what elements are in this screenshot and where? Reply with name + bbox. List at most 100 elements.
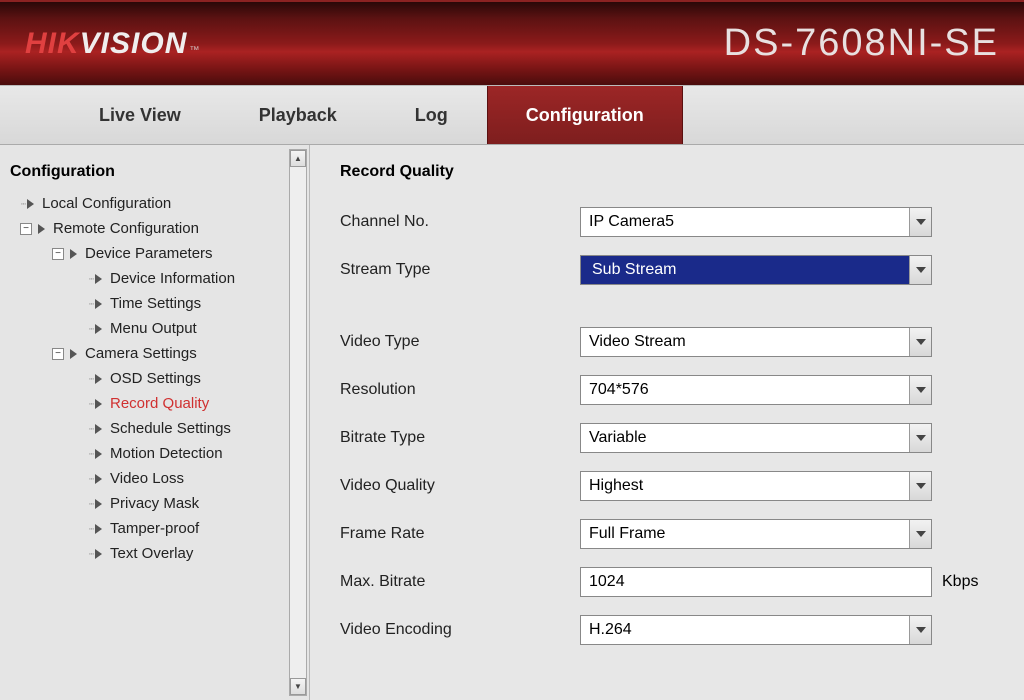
arrow-icon bbox=[95, 324, 102, 334]
tree-label: Record Quality bbox=[110, 395, 209, 412]
arrow-icon bbox=[95, 449, 102, 459]
sidebar-title: Configuration bbox=[10, 163, 303, 181]
tree-connector: ··· bbox=[20, 198, 25, 210]
tree-privacy-mask[interactable]: ··· Privacy Mask bbox=[88, 491, 303, 516]
header-bar: HIKVISION ™ DS-7608NI-SE bbox=[0, 0, 1024, 85]
tree-tamper-proof[interactable]: ··· Tamper-proof bbox=[88, 516, 303, 541]
arrow-icon bbox=[70, 349, 77, 359]
select-bitrate-type[interactable]: Variable bbox=[580, 423, 932, 453]
sidebar-scrollbar[interactable]: ▲ ▼ bbox=[289, 149, 307, 696]
row-stream-type: Stream Type Sub Stream bbox=[340, 255, 994, 285]
tree-device-parameters[interactable]: − Device Parameters bbox=[52, 241, 303, 266]
logo-text-hik: HIK bbox=[25, 27, 80, 61]
tree-label: Motion Detection bbox=[110, 445, 223, 462]
chevron-down-icon bbox=[909, 208, 931, 236]
tree-connector: ··· bbox=[88, 398, 93, 410]
tree-label: Local Configuration bbox=[42, 195, 171, 212]
select-value: Sub Stream bbox=[589, 260, 679, 280]
row-max-bitrate: Max. Bitrate Kbps bbox=[340, 567, 994, 597]
nav-playback[interactable]: Playback bbox=[220, 86, 376, 144]
nav-log[interactable]: Log bbox=[376, 86, 487, 144]
tree-label: Camera Settings bbox=[85, 345, 197, 362]
logo-text-vision: VISION bbox=[80, 27, 188, 61]
row-video-type: Video Type Video Stream bbox=[340, 327, 994, 357]
tree-connector: ··· bbox=[88, 448, 93, 460]
select-resolution[interactable]: 704*576 bbox=[580, 375, 932, 405]
chevron-down-icon bbox=[909, 520, 931, 548]
tree-time-settings[interactable]: ··· Time Settings bbox=[88, 291, 303, 316]
tree-connector: ··· bbox=[88, 473, 93, 485]
select-channel-no[interactable]: IP Camera5 bbox=[580, 207, 932, 237]
label-frame-rate: Frame Rate bbox=[340, 525, 580, 543]
select-value: 704*576 bbox=[589, 381, 649, 399]
arrow-icon bbox=[38, 224, 45, 234]
label-stream-type: Stream Type bbox=[340, 261, 580, 279]
tree-connector: ··· bbox=[88, 323, 93, 335]
label-max-bitrate: Max. Bitrate bbox=[340, 573, 580, 591]
chevron-down-icon bbox=[909, 328, 931, 356]
arrow-icon bbox=[70, 249, 77, 259]
scroll-up-icon[interactable]: ▲ bbox=[290, 150, 306, 167]
trademark-icon: ™ bbox=[189, 45, 199, 56]
row-channel-no: Channel No. IP Camera5 bbox=[340, 207, 994, 237]
collapse-icon[interactable]: − bbox=[52, 248, 64, 260]
tree-connector: ··· bbox=[88, 548, 93, 560]
row-video-quality: Video Quality Highest bbox=[340, 471, 994, 501]
tree-label: OSD Settings bbox=[110, 370, 201, 387]
row-frame-rate: Frame Rate Full Frame bbox=[340, 519, 994, 549]
select-value: IP Camera5 bbox=[589, 213, 674, 231]
tree-video-loss[interactable]: ··· Video Loss bbox=[88, 466, 303, 491]
nav-configuration[interactable]: Configuration bbox=[487, 86, 683, 144]
tree-connector: ··· bbox=[88, 523, 93, 535]
tree-text-overlay[interactable]: ··· Text Overlay bbox=[88, 541, 303, 566]
tree-label: Remote Configuration bbox=[53, 220, 199, 237]
arrow-icon bbox=[95, 424, 102, 434]
row-bitrate-type: Bitrate Type Variable bbox=[340, 423, 994, 453]
select-value: Highest bbox=[589, 477, 643, 495]
main-navbar: Live View Playback Log Configuration bbox=[0, 85, 1024, 145]
chevron-down-icon bbox=[909, 256, 931, 284]
tree-connector: ··· bbox=[88, 273, 93, 285]
select-video-quality[interactable]: Highest bbox=[580, 471, 932, 501]
select-video-type[interactable]: Video Stream bbox=[580, 327, 932, 357]
tree-connector: ··· bbox=[88, 298, 93, 310]
tree-device-information[interactable]: ··· Device Information bbox=[88, 266, 303, 291]
arrow-icon bbox=[95, 524, 102, 534]
config-sidebar: Configuration ··· Local Configuration − … bbox=[0, 145, 310, 700]
scroll-track[interactable] bbox=[290, 167, 306, 678]
nav-live-view[interactable]: Live View bbox=[60, 86, 220, 144]
tree-connector: ··· bbox=[88, 373, 93, 385]
tree-label: Video Loss bbox=[110, 470, 184, 487]
tree-label: Device Parameters bbox=[85, 245, 213, 262]
tree-label: Time Settings bbox=[110, 295, 201, 312]
model-number: DS-7608NI-SE bbox=[724, 22, 999, 65]
label-channel-no: Channel No. bbox=[340, 213, 580, 231]
content-area: Configuration ··· Local Configuration − … bbox=[0, 145, 1024, 700]
tree-menu-output[interactable]: ··· Menu Output bbox=[88, 316, 303, 341]
tree-remote-configuration[interactable]: − Remote Configuration bbox=[20, 216, 303, 241]
chevron-down-icon bbox=[909, 472, 931, 500]
tree-record-quality[interactable]: ··· Record Quality bbox=[88, 391, 303, 416]
tree-motion-detection[interactable]: ··· Motion Detection bbox=[88, 441, 303, 466]
select-value: Full Frame bbox=[589, 525, 665, 543]
tree-camera-settings[interactable]: − Camera Settings bbox=[52, 341, 303, 366]
tree-label: Menu Output bbox=[110, 320, 197, 337]
chevron-down-icon bbox=[909, 376, 931, 404]
label-resolution: Resolution bbox=[340, 381, 580, 399]
select-frame-rate[interactable]: Full Frame bbox=[580, 519, 932, 549]
collapse-icon[interactable]: − bbox=[52, 348, 64, 360]
section-title: Record Quality bbox=[340, 163, 994, 181]
collapse-icon[interactable]: − bbox=[20, 223, 32, 235]
tree-connector: ··· bbox=[88, 423, 93, 435]
input-max-bitrate[interactable] bbox=[580, 567, 932, 597]
arrow-icon bbox=[95, 274, 102, 284]
scroll-down-icon[interactable]: ▼ bbox=[290, 678, 306, 695]
select-stream-type[interactable]: Sub Stream bbox=[580, 255, 932, 285]
arrow-icon bbox=[95, 399, 102, 409]
tree-schedule-settings[interactable]: ··· Schedule Settings bbox=[88, 416, 303, 441]
main-panel: Record Quality Channel No. IP Camera5 St… bbox=[310, 145, 1024, 700]
tree-local-configuration[interactable]: ··· Local Configuration bbox=[20, 191, 303, 216]
tree-osd-settings[interactable]: ··· OSD Settings bbox=[88, 366, 303, 391]
arrow-icon bbox=[95, 549, 102, 559]
select-video-encoding[interactable]: H.264 bbox=[580, 615, 932, 645]
